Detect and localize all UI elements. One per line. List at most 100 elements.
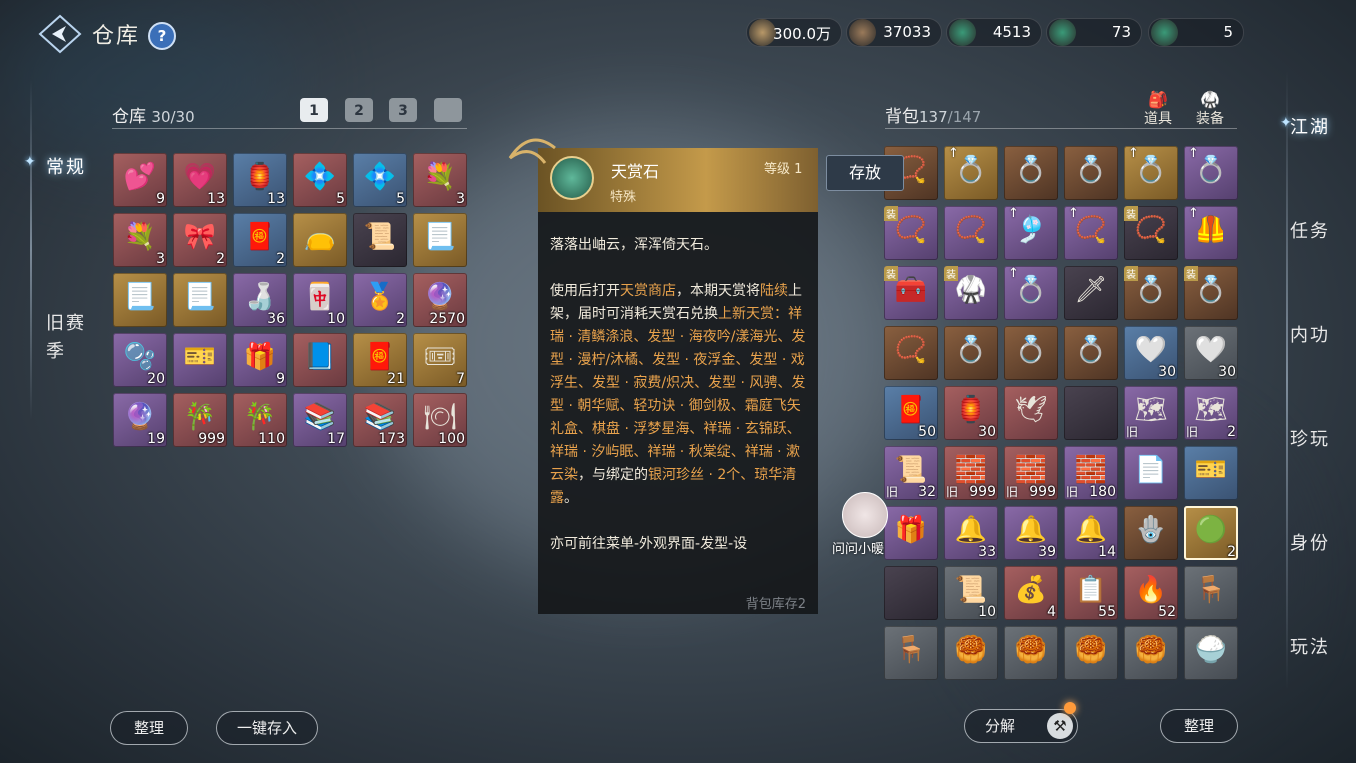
item-slot[interactable]: 💍 ↑ — [1184, 146, 1238, 200]
nav-tab-identity[interactable]: 身份 — [1290, 529, 1330, 555]
item-slot[interactable]: 🪑 — [884, 626, 938, 680]
item-slot[interactable]: 🎟 7 — [413, 333, 467, 387]
item-slot[interactable]: 📃 — [113, 273, 167, 327]
item-slot[interactable]: 🗺 旧 2 — [1184, 386, 1238, 440]
item-slot[interactable]: 🤍 30 — [1184, 326, 1238, 380]
item-slot[interactable]: 💍 ↑ — [1004, 266, 1058, 320]
backpack-sort-button[interactable]: 整理 — [1160, 709, 1238, 743]
item-slot[interactable]: 🧱 旧 180 — [1064, 446, 1118, 500]
item-slot[interactable]: 📿 — [944, 206, 998, 260]
back-button[interactable] — [38, 14, 82, 54]
item-slot[interactable]: 💍 — [1004, 326, 1058, 380]
item-slot[interactable]: 🥮 — [1064, 626, 1118, 680]
item-slot[interactable]: 💠 5 — [353, 153, 407, 207]
item-slot[interactable]: 📚 17 — [293, 393, 347, 447]
nav-tab-treasure[interactable]: 珍玩 — [1290, 425, 1330, 451]
item-slot[interactable]: 📚 173 — [353, 393, 407, 447]
item-slot[interactable]: 📄 — [1124, 446, 1178, 500]
item-slot[interactable]: 💐 3 — [113, 213, 167, 267]
item-slot[interactable]: 🔔 39 — [1004, 506, 1058, 560]
nav-tab-neigong[interactable]: 内功 — [1290, 321, 1330, 347]
item-slot[interactable]: 📃 — [173, 273, 227, 327]
currency-item[interactable]: 5 — [1148, 18, 1244, 47]
deposit-all-button[interactable]: 一键存入 — [216, 711, 318, 745]
nav-tab-quest[interactable]: 任务 — [1290, 217, 1330, 243]
item-slot[interactable]: 💰 4 — [1004, 566, 1058, 620]
item-slot[interactable]: 🪑 — [1184, 566, 1238, 620]
item-slot[interactable]: 🧱 旧 999 — [1004, 446, 1058, 500]
item-slot[interactable]: 🔔 33 — [944, 506, 998, 560]
item-slot[interactable]: 🫧 20 — [113, 333, 167, 387]
item-slot[interactable]: 🎁 9 — [233, 333, 287, 387]
decompose-button[interactable]: 分解 ⚒ — [964, 709, 1078, 743]
item-slot[interactable]: 💐 3 — [413, 153, 467, 207]
tab-items[interactable]: 🎒 道具 — [1140, 92, 1176, 128]
warehouse-tab-2[interactable]: 2 — [345, 98, 373, 122]
item-slot[interactable]: 🔔 14 — [1064, 506, 1118, 560]
item-slot[interactable]: 📃 — [413, 213, 467, 267]
item-slot[interactable]: 📿 — [884, 326, 938, 380]
item-slot[interactable]: 🏅 2 — [353, 273, 407, 327]
item-slot[interactable] — [1064, 386, 1118, 440]
item-slot[interactable]: 🍽 100 — [413, 393, 467, 447]
item-slot[interactable]: 🧱 旧 999 — [944, 446, 998, 500]
item-slot[interactable]: 💍 装 — [1124, 266, 1178, 320]
npc-label[interactable]: 问问小暖 — [832, 538, 884, 557]
warehouse-tab-4[interactable] — [434, 98, 462, 122]
item-slot[interactable]: 🥮 — [1004, 626, 1058, 680]
currency-item[interactable]: 300.0万 — [746, 18, 842, 47]
item-slot[interactable]: 🎀 2 — [173, 213, 227, 267]
item-slot[interactable]: 🟢 2 — [1184, 506, 1238, 560]
item-slot[interactable]: 🥋 装 — [944, 266, 998, 320]
nav-tab-gameplay[interactable]: 玩法 — [1290, 633, 1330, 659]
nav-tab-old-season[interactable]: 旧赛季 — [46, 310, 94, 366]
item-slot[interactable]: 💠 5 — [293, 153, 347, 207]
item-slot[interactable]: 📋 55 — [1064, 566, 1118, 620]
store-button[interactable]: 存放 — [826, 155, 904, 191]
item-slot[interactable]: 🤍 30 — [1124, 326, 1178, 380]
item-slot[interactable]: 🥮 — [944, 626, 998, 680]
item-slot[interactable]: 🔥 52 — [1124, 566, 1178, 620]
item-slot[interactable]: 🧧 21 — [353, 333, 407, 387]
tab-equipment[interactable]: 🥋 装备 — [1192, 92, 1228, 128]
warehouse-tab-3[interactable]: 3 — [389, 98, 417, 122]
item-slot[interactable]: 🏮 13 — [233, 153, 287, 207]
item-slot[interactable]: 🍚 — [1184, 626, 1238, 680]
item-slot[interactable]: 📿 装 — [884, 206, 938, 260]
npc-avatar[interactable] — [842, 492, 888, 538]
item-slot[interactable]: 🎫 — [1184, 446, 1238, 500]
currency-item[interactable]: 37033 — [846, 18, 942, 47]
item-slot[interactable]: 💍 — [1064, 146, 1118, 200]
item-slot[interactable]: 🏮 30 — [944, 386, 998, 440]
item-slot[interactable]: 🕊 — [1004, 386, 1058, 440]
item-slot[interactable]: 📜 旧 32 — [884, 446, 938, 500]
item-slot[interactable]: 💍 — [1004, 146, 1058, 200]
item-slot[interactable]: 👝 — [293, 213, 347, 267]
warehouse-tab-1[interactable]: 1 — [300, 98, 328, 122]
nav-tab-jianghu[interactable]: 江湖 — [1290, 113, 1330, 139]
item-slot[interactable]: 🎋 110 — [233, 393, 287, 447]
item-slot[interactable]: 📿 装 — [1124, 206, 1178, 260]
item-slot[interactable]: 🗺 旧 — [1124, 386, 1178, 440]
item-slot[interactable]: 🔮 2570 — [413, 273, 467, 327]
item-slot[interactable]: 📜 10 — [944, 566, 998, 620]
nav-tab-regular[interactable]: 常规 — [46, 153, 86, 179]
item-slot[interactable]: 🀄 10 — [293, 273, 347, 327]
currency-item[interactable]: 73 — [1046, 18, 1142, 47]
item-slot[interactable]: 🥮 — [1124, 626, 1178, 680]
item-slot[interactable]: 💍 ↑ — [1124, 146, 1178, 200]
item-slot[interactable]: 📿 ↑ — [1064, 206, 1118, 260]
item-slot[interactable]: 📘 — [293, 333, 347, 387]
item-slot[interactable]: 🗡 — [1064, 266, 1118, 320]
item-slot[interactable]: 🎫 — [173, 333, 227, 387]
item-slot[interactable]: 💍 ↑ — [944, 146, 998, 200]
currency-item[interactable]: 4513 — [946, 18, 1042, 47]
item-slot[interactable] — [884, 566, 938, 620]
item-slot[interactable]: 📜 — [353, 213, 407, 267]
item-slot[interactable]: 💍 装 — [1184, 266, 1238, 320]
warehouse-sort-button[interactable]: 整理 — [110, 711, 188, 745]
item-slot[interactable]: 🔮 19 — [113, 393, 167, 447]
item-slot[interactable]: 🧰 装 — [884, 266, 938, 320]
item-slot[interactable]: 🦺 ↑ — [1184, 206, 1238, 260]
item-slot[interactable]: 🧧 50 — [884, 386, 938, 440]
